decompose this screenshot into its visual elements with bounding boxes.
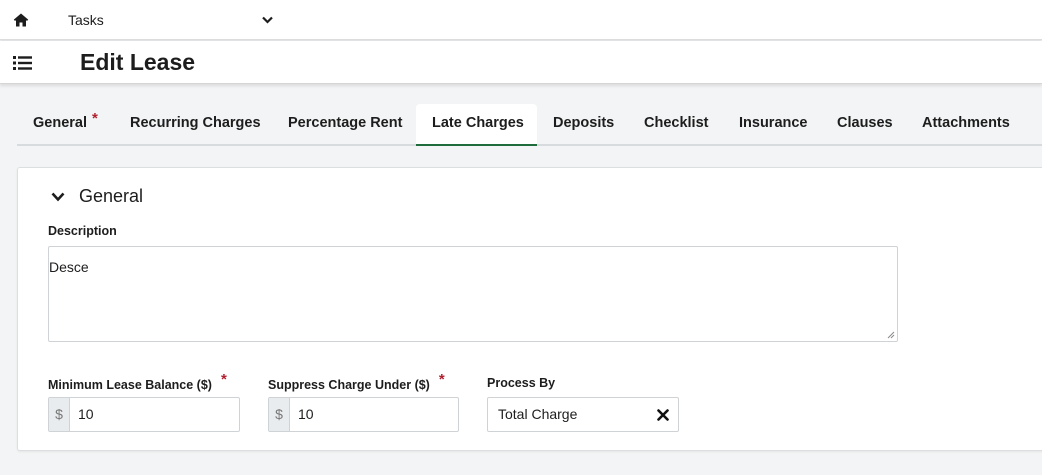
tab-label: Clauses [837,115,893,131]
resize-handle-icon[interactable] [887,331,895,339]
suppress-charge-under-label-text: Suppress Charge Under ($) [268,378,430,392]
suppress-charge-under-input[interactable]: $ 10 [268,397,459,432]
page-header: Edit Lease [0,41,1042,84]
required-star: * [220,371,227,388]
tab-label: Late Charges [432,115,524,131]
suppress-charge-under-value: 10 [298,406,314,422]
suppress-charge-under-label: Suppress Charge Under ($) * [268,371,445,393]
tab-label: Deposits [553,115,615,131]
tasks-dropdown-value: Tasks [68,12,104,28]
tab-label: General [33,115,87,131]
min-lease-balance-input[interactable]: $ 10 [48,397,240,432]
tasks-dropdown[interactable]: Tasks [68,11,276,31]
tab-insurance[interactable]: Insurance [723,104,824,146]
required-star: * [438,371,445,388]
description-value: Desce [49,259,89,275]
tab-deposits[interactable]: Deposits [537,104,630,146]
chevron-down-icon [51,192,65,202]
tab-checklist[interactable]: Checklist [628,104,724,146]
process-by-label: Process By [487,376,556,390]
tab-late-charges[interactable]: Late Charges [416,104,537,146]
required-star: * [92,110,98,127]
chevron-down-icon [262,16,273,24]
section-title: General [79,186,144,206]
home-icon[interactable] [13,12,29,28]
tab-label: Recurring Charges [130,115,261,131]
tab-label: Percentage Rent [288,115,403,131]
tab-label: Attachments [922,115,1010,131]
tab-percentage-rent[interactable]: Percentage Rent [272,104,418,146]
currency-prefix: $ [269,398,290,431]
tab-bar: General * Recurring Charges Percentage Re… [17,104,1042,146]
process-by-value: Total Charge [498,406,578,422]
tab-label: Insurance [739,115,808,131]
top-bar: Tasks [0,0,1042,40]
min-lease-balance-label-text: Minimum Lease Balance ($) [48,378,212,392]
page-title: Edit Lease [80,49,196,75]
process-by-select[interactable]: Total Charge [487,397,679,432]
min-lease-balance-value: 10 [78,406,94,422]
tab-general[interactable]: General * [17,104,114,146]
description-textarea[interactable]: Desce [48,246,898,342]
tab-clauses[interactable]: Clauses [821,104,909,146]
close-icon[interactable] [657,409,669,421]
list-menu-icon[interactable] [13,55,32,71]
tab-recurring-charges[interactable]: Recurring Charges [114,104,277,146]
general-section-panel: General Description Desce Minimum Lease … [17,167,1042,451]
description-label: Description [48,224,117,238]
currency-prefix: $ [49,398,70,431]
tab-attachments[interactable]: Attachments [906,104,1026,146]
tab-label: Checklist [644,115,709,131]
min-lease-balance-label: Minimum Lease Balance ($) * [48,371,227,393]
